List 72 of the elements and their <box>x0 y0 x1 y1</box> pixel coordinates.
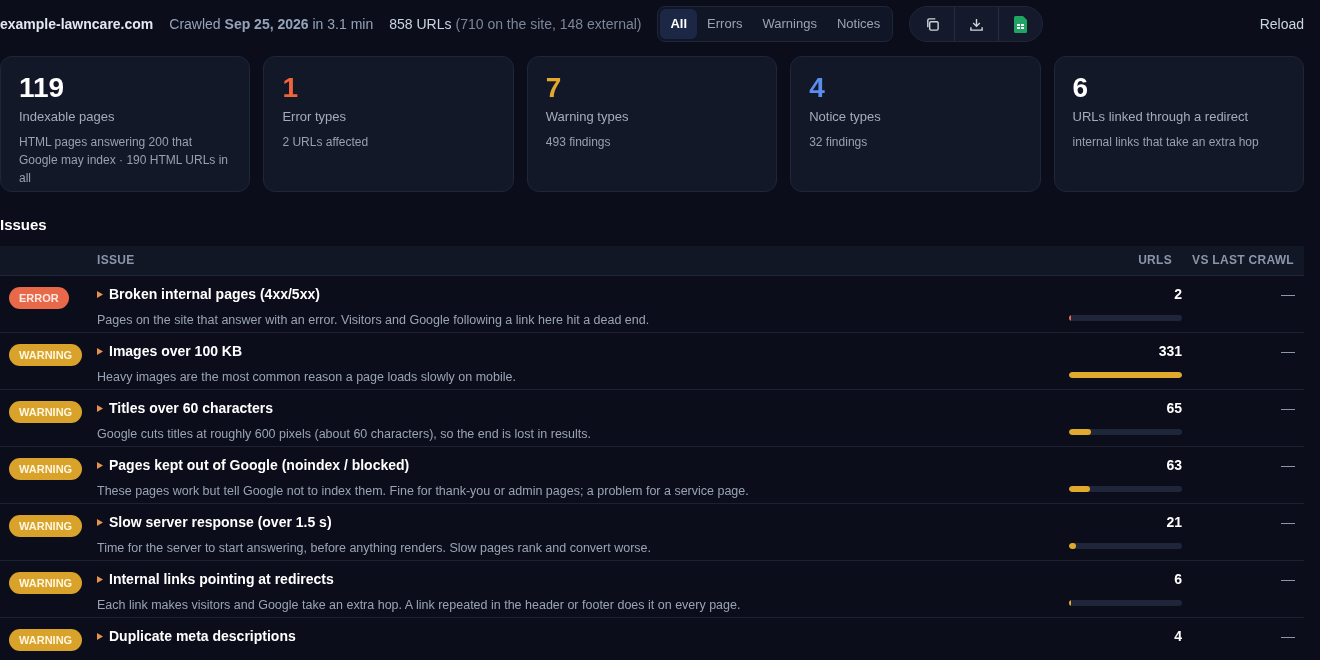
url-count: 21 <box>1166 512 1182 532</box>
filter-tab[interactable]: Errors <box>697 9 753 39</box>
change-value: — <box>1281 342 1295 359</box>
stat-value: 119 <box>19 71 66 105</box>
url-count: 858 URLs <box>389 14 452 34</box>
severity-badge: WARNING <box>9 457 83 480</box>
filter-tab[interactable]: Notices <box>826 9 891 39</box>
stat-value: 7 <box>545 71 563 105</box>
column-header: VS LAST CRAWL <box>1191 252 1294 269</box>
url-count: 4 <box>1174 626 1182 646</box>
stat-label: Indexable pages <box>19 108 116 126</box>
filter-tab[interactable]: All <box>660 9 698 39</box>
severity-badge: WARNING <box>9 400 83 423</box>
change-value: — <box>1281 570 1295 587</box>
issue-description: These pages work but tell Google not to index them. Fine for thank-you or admin pages; a problem for a service page. <box>97 482 750 500</box>
stat-detail: HTML pages answering 200 that Google may index · 190 HTML URLs in all <box>19 133 229 187</box>
issue-title[interactable]: Pages kept out of Google (noindex / blocked) <box>109 454 410 476</box>
stat-detail: 32 findings <box>809 133 869 151</box>
expand-caret-icon[interactable] <box>97 575 103 583</box>
url-breakdown: (710 on the site, 148 external) <box>455 14 642 34</box>
expand-caret-icon[interactable] <box>97 518 103 526</box>
issue-description: Each link makes visitors and Google take an extra hop. A link repeated in the header or footer does it on every page. <box>97 596 742 614</box>
stat-detail: 493 findings <box>545 133 612 151</box>
issue-description: Pages on the site that answer with an error. Visitors and Google following a link here hit a dead end. <box>97 311 651 329</box>
expand-caret-icon[interactable] <box>97 632 103 640</box>
url-count: 331 <box>1158 341 1182 361</box>
stat-label: Notice types <box>809 108 882 126</box>
issue-title[interactable]: Images over 100 KB <box>109 340 243 362</box>
spreadsheet-icon <box>1014 15 1028 33</box>
url-count: 2 <box>1174 284 1182 304</box>
issue-title[interactable]: Broken internal pages (4xx/5xx) <box>109 283 320 305</box>
stat-label: URLs linked through a redirect <box>1072 108 1250 126</box>
download-icon <box>969 16 985 32</box>
change-value: — <box>1281 399 1295 416</box>
copy-icon <box>924 16 940 32</box>
severity-badge: WARNING <box>9 571 83 594</box>
crawl-date: Crawled Sep 25, 2026 in 3.1 min <box>169 14 374 34</box>
change-value: — <box>1281 285 1295 302</box>
issue-title[interactable]: Duplicate meta descriptions <box>109 625 296 647</box>
url-count: 63 <box>1166 455 1182 475</box>
site-domain: example-lawncare.com <box>0 14 154 34</box>
severity-badge: WARNING <box>9 628 83 651</box>
stat-label: Error types <box>282 108 347 126</box>
reload-button[interactable]: Reload <box>1259 13 1304 35</box>
expand-caret-icon[interactable] <box>97 290 103 298</box>
change-value: — <box>1281 513 1295 530</box>
column-header: ISSUE <box>97 252 135 269</box>
stat-value: 6 <box>1072 71 1090 105</box>
severity-badge: WARNING <box>9 514 83 537</box>
severity-badge: ERROR <box>9 286 69 309</box>
issue-description: Time for the server to start answering, before anything renders. Slow pages rank and convert worse. <box>97 539 652 557</box>
issue-title[interactable]: Slow server response (over 1.5 s) <box>109 511 332 533</box>
expand-caret-icon[interactable] <box>97 347 103 355</box>
change-value: — <box>1281 627 1295 644</box>
stat-detail: 2 URLs affected <box>282 133 370 151</box>
issue-description: Google cuts titles at roughly 600 pixels (about 60 characters), so the end is lost in results. <box>97 425 592 443</box>
change-value: — <box>1281 456 1295 473</box>
stat-label: Warning types <box>545 108 630 126</box>
url-count: 65 <box>1166 398 1182 418</box>
stat-value: 1 <box>282 71 299 105</box>
issue-description: Heavy images are the most common reason a page loads slowly on mobile. <box>97 368 517 386</box>
expand-caret-icon[interactable] <box>97 461 103 469</box>
expand-caret-icon[interactable] <box>97 404 103 412</box>
issue-title[interactable]: Titles over 60 characters <box>109 397 273 419</box>
stat-value: 4 <box>809 71 826 105</box>
filter-tab[interactable]: Warnings <box>752 9 827 39</box>
section-heading: Issues <box>0 215 48 235</box>
stat-detail: internal links that take an extra hop <box>1072 133 1260 151</box>
severity-badge: WARNING <box>9 343 83 366</box>
url-count: 6 <box>1174 569 1182 589</box>
column-header: URLS <box>1137 252 1172 269</box>
issue-title[interactable]: Internal links pointing at redirects <box>109 568 334 590</box>
